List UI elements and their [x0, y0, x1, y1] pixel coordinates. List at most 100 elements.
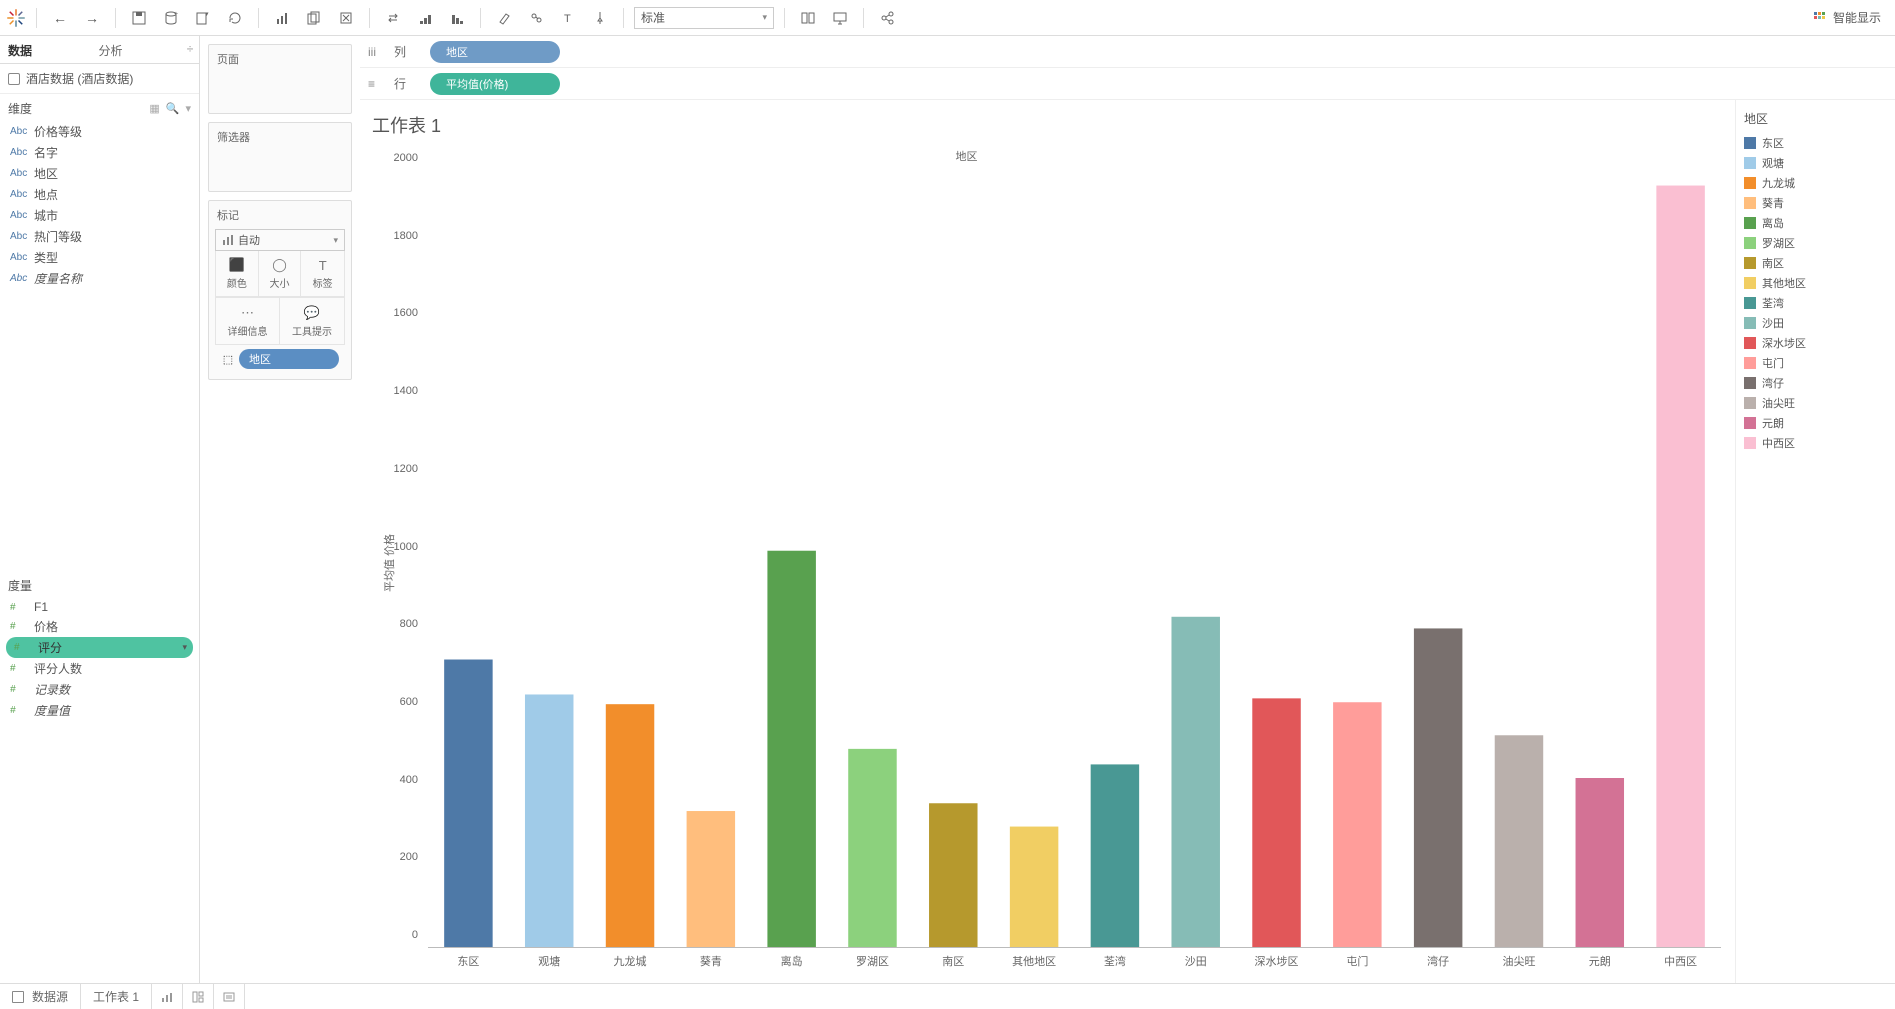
tab-worksheet-1[interactable]: 工作表 1 [81, 984, 152, 1009]
bar[interactable] [929, 803, 977, 947]
legend-item[interactable]: 东区 [1744, 133, 1887, 153]
show-cards-button[interactable] [795, 5, 821, 31]
duplicate-sheet-icon[interactable] [301, 5, 327, 31]
sort-desc-button[interactable] [444, 5, 470, 31]
bar[interactable] [444, 660, 492, 947]
y-tick: 2000 [394, 152, 418, 164]
x-tick: 湾仔 [1398, 953, 1479, 969]
new-sheet-dropdown[interactable]: ▾ [190, 5, 216, 31]
rows-pill[interactable]: 平均值(价格) [430, 73, 560, 95]
new-worksheet-tab[interactable] [152, 984, 183, 1009]
measure-field[interactable]: #度量值 [0, 700, 199, 721]
bar[interactable] [1656, 186, 1704, 947]
forward-button[interactable]: → [79, 5, 105, 31]
legend-item[interactable]: 离岛 [1744, 213, 1887, 233]
swap-button[interactable] [380, 5, 406, 31]
legend-item[interactable]: 其他地区 [1744, 273, 1887, 293]
legend-item[interactable]: 中西区 [1744, 433, 1887, 453]
x-tick: 元朗 [1559, 953, 1640, 969]
highlight-button[interactable] [491, 5, 517, 31]
x-tick: 沙田 [1155, 953, 1236, 969]
view-data-icon[interactable]: ▦ [149, 102, 159, 115]
tab-analytics[interactable]: 分析 [91, 36, 182, 63]
bar[interactable] [606, 704, 654, 947]
color-pill[interactable]: 地区 [239, 349, 339, 369]
legend-item[interactable]: 罗湖区 [1744, 233, 1887, 253]
measure-field[interactable]: #评分▾ [6, 637, 193, 658]
worksheet-title[interactable]: 工作表 1 [368, 106, 1725, 142]
new-worksheet-icon[interactable] [269, 5, 295, 31]
legend-item[interactable]: 荃湾 [1744, 293, 1887, 313]
mark-detail[interactable]: ⋯详细信息 [216, 298, 280, 344]
sort-asc-button[interactable] [412, 5, 438, 31]
mark-type-dropdown[interactable]: 自动 ▾ [215, 229, 345, 251]
fit-dropdown[interactable]: 标准▾ [634, 7, 774, 29]
legend-item[interactable]: 元朗 [1744, 413, 1887, 433]
dimension-field[interactable]: Abc地区 [0, 163, 199, 184]
measure-field[interactable]: #F1 [0, 598, 199, 616]
new-dashboard-tab[interactable] [183, 984, 214, 1009]
mark-tooltip[interactable]: 💬工具提示 [280, 298, 344, 344]
x-tick: 南区 [913, 953, 994, 969]
bar[interactable] [525, 694, 573, 947]
text-button[interactable]: T [555, 5, 581, 31]
clear-sheet-icon[interactable] [333, 5, 359, 31]
legend-item[interactable]: 葵青 [1744, 193, 1887, 213]
tab-datasource[interactable]: 数据源 [0, 984, 81, 1009]
find-field-icon[interactable]: 🔍 [166, 102, 180, 115]
bar[interactable] [687, 811, 735, 947]
tableau-logo [6, 8, 26, 28]
new-story-tab[interactable] [214, 984, 245, 1009]
data-source[interactable]: 酒店数据 (酒店数据) [0, 64, 199, 94]
presentation-button[interactable] [827, 5, 853, 31]
y-tick: 200 [400, 851, 418, 863]
bar[interactable] [1091, 764, 1139, 947]
bar[interactable] [1333, 702, 1381, 947]
filters-shelf[interactable]: 筛选器 [208, 122, 352, 192]
dimension-field[interactable]: Abc地点 [0, 184, 199, 205]
save-button[interactable] [126, 5, 152, 31]
mark-color[interactable]: ⬛颜色 [216, 251, 259, 297]
data-pane-menu[interactable]: ÷ [181, 36, 199, 63]
dimension-field[interactable]: Abc类型 [0, 247, 199, 268]
bar[interactable] [1171, 617, 1219, 947]
mark-label[interactable]: T标签 [301, 251, 344, 297]
dimensions-menu[interactable]: ▾ [185, 102, 191, 115]
bar[interactable] [1252, 698, 1300, 947]
dimension-field[interactable]: Abc价格等级 [0, 121, 199, 142]
mark-size[interactable]: ◯大小 [259, 251, 302, 297]
bar[interactable] [767, 551, 815, 947]
back-button[interactable]: ← [47, 5, 73, 31]
measure-field[interactable]: #评分人数 [0, 658, 199, 679]
pin-button[interactable] [587, 5, 613, 31]
measure-field[interactable]: #记录数 [0, 679, 199, 700]
pages-shelf[interactable]: 页面 [208, 44, 352, 114]
new-datasource-button[interactable]: + [158, 5, 184, 31]
dimension-field[interactable]: Abc城市 [0, 205, 199, 226]
legend-item[interactable]: 南区 [1744, 253, 1887, 273]
refresh-button[interactable] [222, 5, 248, 31]
legend-item[interactable]: 九龙城 [1744, 173, 1887, 193]
legend-item[interactable]: 湾仔 [1744, 373, 1887, 393]
legend-item[interactable]: 深水埗区 [1744, 333, 1887, 353]
bar[interactable] [1010, 827, 1058, 947]
legend-item[interactable]: 油尖旺 [1744, 393, 1887, 413]
measure-field[interactable]: #价格 [0, 616, 199, 637]
dimension-field[interactable]: Abc热门等级 [0, 226, 199, 247]
legend-title: 地区 [1744, 110, 1887, 133]
dimension-field[interactable]: Abc名字 [0, 142, 199, 163]
dimension-field[interactable]: Abc度量名称 [0, 268, 199, 289]
columns-pill[interactable]: 地区 [430, 41, 560, 63]
chart-area[interactable]: 地区 平均值 价格 020040060080010001200140016001… [368, 142, 1725, 983]
legend-item[interactable]: 观塘 [1744, 153, 1887, 173]
share-button[interactable] [874, 5, 900, 31]
bar[interactable] [1495, 735, 1543, 947]
group-button[interactable] [523, 5, 549, 31]
tab-data[interactable]: 数据 [0, 36, 91, 63]
bar[interactable] [1414, 628, 1462, 947]
legend-item[interactable]: 沙田 [1744, 313, 1887, 333]
show-me-button[interactable]: 智能显示 [1805, 9, 1889, 26]
bar[interactable] [848, 749, 896, 947]
bar[interactable] [1576, 778, 1624, 947]
legend-item[interactable]: 屯门 [1744, 353, 1887, 373]
